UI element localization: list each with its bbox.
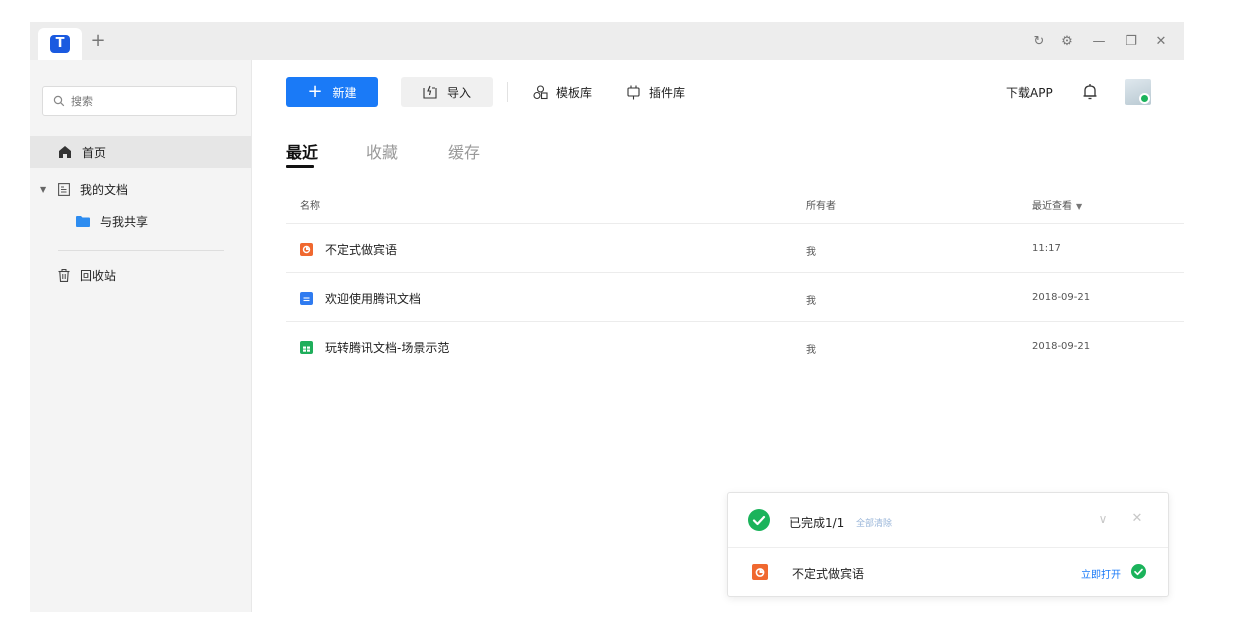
sidebar-item-my-documents[interactable]: ▼ 我的文档 bbox=[30, 176, 251, 202]
home-icon bbox=[59, 146, 71, 158]
file-name[interactable]: 欢迎使用腾讯文档 bbox=[325, 290, 421, 307]
sidebar-item-home[interactable]: 首页 bbox=[30, 136, 251, 168]
last-viewed-date: 2018-09-21 bbox=[1032, 292, 1091, 303]
slides-file-icon bbox=[300, 243, 313, 256]
active-tab-indicator bbox=[286, 165, 314, 168]
doc-file-icon bbox=[300, 292, 313, 305]
plugin-library-button[interactable]: 插件库 bbox=[626, 77, 685, 107]
column-header-label: 最近查看 bbox=[1032, 201, 1072, 212]
plug-icon bbox=[627, 85, 640, 99]
title-bar: T + ↻ ⚙ — ❐ ✕ bbox=[30, 22, 1184, 60]
minimize-button[interactable]: — bbox=[1088, 32, 1110, 50]
notification-bell-icon[interactable] bbox=[1082, 83, 1098, 101]
plus-icon: + bbox=[307, 81, 323, 102]
last-viewed-date: 2018-09-21 bbox=[1032, 341, 1091, 352]
download-panel-header: 已完成1/1 全部清除 ∨ ✕ bbox=[728, 493, 1168, 548]
sidebar-item-shared-with-me[interactable]: 与我共享 bbox=[30, 208, 251, 234]
tab-cache[interactable]: 缓存 bbox=[448, 139, 480, 167]
app-window: T + ↻ ⚙ — ❐ ✕ 首页 ▼ 我的文档 与我共享 回收站 bbox=[30, 22, 1184, 612]
sidebar: 首页 ▼ 我的文档 与我共享 回收站 bbox=[30, 60, 252, 612]
restore-button[interactable]: ❐ bbox=[1120, 32, 1142, 50]
sort-caret-icon[interactable]: ▼ bbox=[1076, 202, 1082, 211]
trash-icon bbox=[58, 268, 70, 282]
search-box[interactable] bbox=[42, 86, 237, 116]
new-document-button[interactable]: + 新建 bbox=[286, 77, 378, 107]
column-header-name: 名称 bbox=[300, 201, 320, 212]
open-now-link[interactable]: 立即打开 bbox=[1081, 566, 1121, 581]
close-window-button[interactable]: ✕ bbox=[1150, 32, 1172, 50]
folder-icon bbox=[76, 215, 90, 227]
app-home-tab[interactable]: T bbox=[38, 28, 82, 60]
table-row[interactable]: 不定式做宾语 我 11:17 bbox=[286, 224, 1184, 272]
search-icon bbox=[53, 95, 65, 107]
sidebar-item-label: 回收站 bbox=[80, 268, 117, 283]
file-name-cell: 不定式做宾语 bbox=[300, 241, 397, 258]
tab-recent[interactable]: 最近 bbox=[286, 139, 318, 167]
file-owner: 我 bbox=[806, 296, 816, 307]
download-status: 已完成1/1 bbox=[789, 516, 845, 530]
expand-caret-icon[interactable]: ▼ bbox=[40, 185, 52, 194]
settings-icon[interactable]: ⚙ bbox=[1056, 32, 1078, 50]
plugin-library-label: 插件库 bbox=[649, 85, 686, 100]
import-button-label: 导入 bbox=[446, 85, 471, 100]
file-name[interactable]: 不定式做宾语 bbox=[325, 241, 397, 258]
template-library-icon bbox=[533, 84, 548, 99]
completed-check-icon bbox=[748, 509, 770, 531]
close-panel-button[interactable]: ✕ bbox=[1128, 510, 1146, 528]
import-button[interactable]: 导入 bbox=[401, 77, 493, 107]
slides-file-icon bbox=[752, 564, 768, 580]
sidebar-item-label: 首页 bbox=[82, 145, 107, 160]
column-header-last-viewed[interactable]: 最近查看 ▼ bbox=[1032, 197, 1082, 212]
search-input[interactable] bbox=[71, 94, 221, 108]
file-name-cell: 玩转腾讯文档-场景示范 bbox=[300, 339, 449, 356]
clear-all-link[interactable]: 全部清除 bbox=[856, 516, 892, 529]
last-viewed-date: 11:17 bbox=[1032, 243, 1061, 254]
sidebar-item-label: 我的文档 bbox=[80, 182, 129, 197]
sidebar-item-label: 与我共享 bbox=[100, 214, 149, 229]
import-icon bbox=[423, 85, 437, 99]
new-tab-button[interactable]: + bbox=[88, 31, 108, 51]
download-app-link[interactable]: 下载APP bbox=[1006, 77, 1053, 107]
download-panel: 已完成1/1 全部清除 ∨ ✕ 不定式做宾语 立即打开 bbox=[727, 492, 1169, 597]
online-status-dot bbox=[1139, 93, 1150, 104]
table-row[interactable]: 玩转腾讯文档-场景示范 我 2018-09-21 bbox=[286, 322, 1184, 370]
file-name[interactable]: 玩转腾讯文档-场景示范 bbox=[325, 339, 449, 356]
sheet-file-icon bbox=[300, 341, 313, 354]
table-row[interactable]: 欢迎使用腾讯文档 我 2018-09-21 bbox=[286, 273, 1184, 321]
column-header-owner: 所有者 bbox=[806, 201, 836, 212]
tencent-docs-logo-icon: T bbox=[50, 35, 70, 53]
file-done-check-icon bbox=[1131, 564, 1146, 579]
file-owner: 我 bbox=[806, 345, 816, 356]
template-library-label: 模板库 bbox=[556, 85, 593, 100]
new-button-label: 新建 bbox=[332, 85, 357, 100]
tab-favorites[interactable]: 收藏 bbox=[366, 139, 398, 167]
completed-file-name: 不定式做宾语 bbox=[792, 567, 865, 581]
document-icon bbox=[58, 182, 70, 196]
sidebar-divider bbox=[58, 250, 224, 251]
user-avatar[interactable] bbox=[1125, 79, 1151, 105]
collapse-panel-button[interactable]: ∨ bbox=[1094, 510, 1112, 528]
refresh-icon[interactable]: ↻ bbox=[1028, 32, 1050, 50]
file-owner: 我 bbox=[806, 247, 816, 258]
toolbar-separator bbox=[507, 82, 508, 102]
sidebar-item-trash[interactable]: 回收站 bbox=[30, 260, 251, 290]
file-name-cell: 欢迎使用腾讯文档 bbox=[300, 290, 421, 307]
template-library-button[interactable]: 模板库 bbox=[533, 77, 592, 107]
